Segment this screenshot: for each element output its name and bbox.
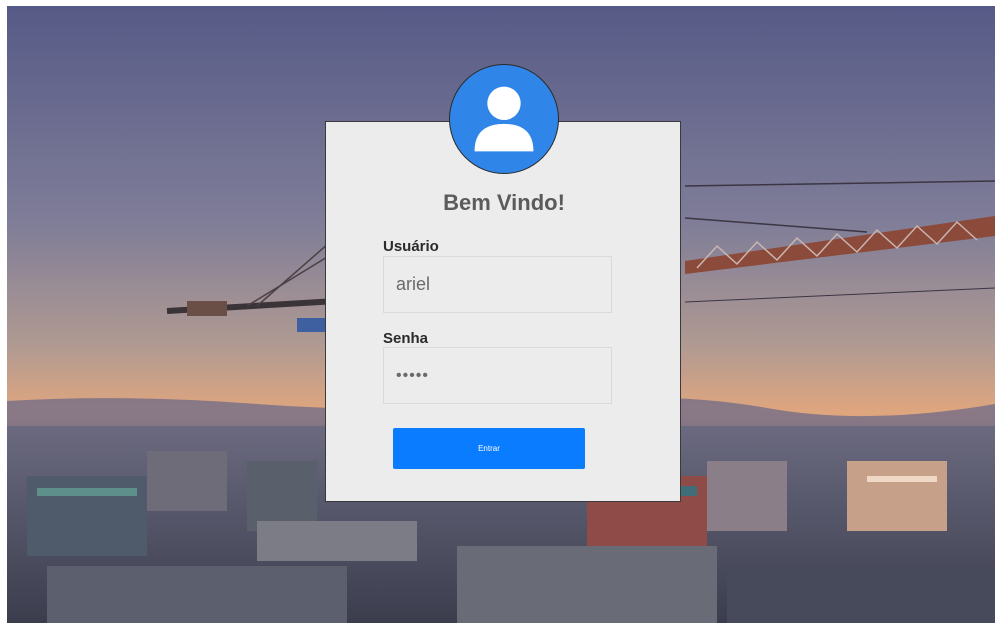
login-page: Bem Vindo! Usuário Senha Entrar <box>7 6 995 623</box>
username-label: Usuário <box>383 238 439 255</box>
password-input[interactable] <box>383 347 612 404</box>
user-avatar-icon <box>449 64 559 174</box>
password-label: Senha <box>383 330 429 347</box>
login-card: Bem Vindo! Usuário Senha Entrar <box>325 121 681 502</box>
welcome-title: Bem Vindo! <box>443 190 565 215</box>
username-input[interactable] <box>383 256 612 313</box>
login-submit-button[interactable]: Entrar <box>393 428 585 469</box>
